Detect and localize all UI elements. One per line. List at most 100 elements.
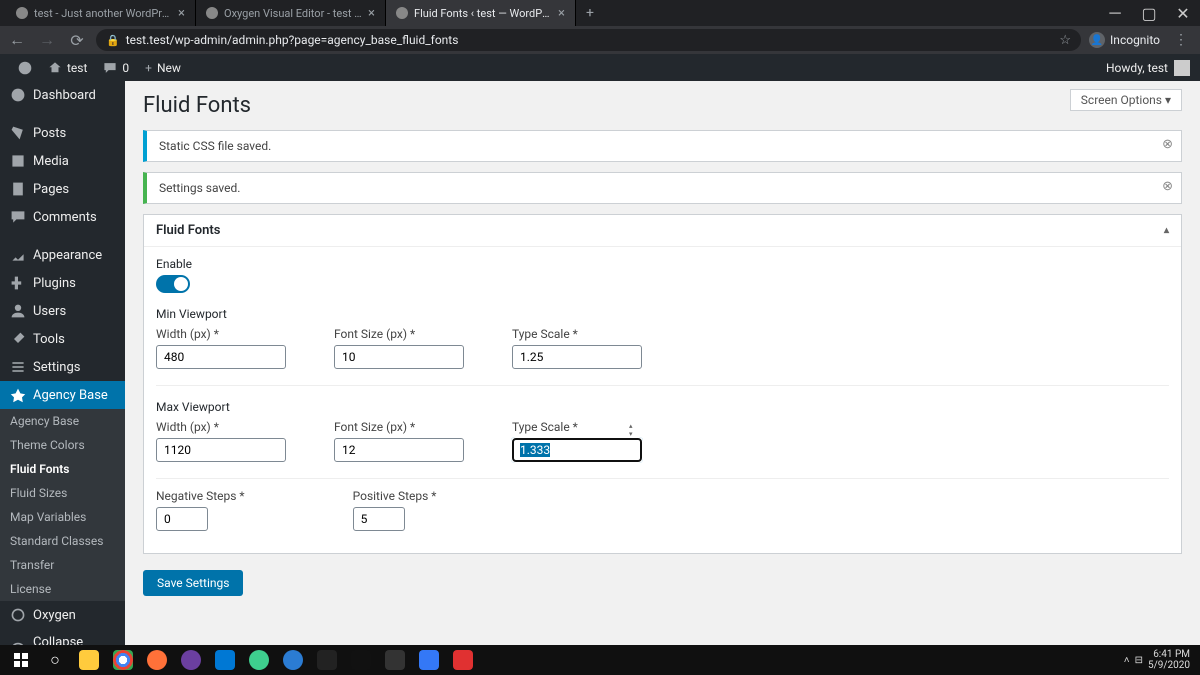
site-link[interactable]: test: [40, 54, 95, 81]
chevron-up-icon: ▴: [1164, 225, 1169, 236]
sub-license[interactable]: License: [0, 577, 125, 601]
sub-fluid-sizes[interactable]: Fluid Sizes: [0, 481, 125, 505]
close-icon[interactable]: ×: [558, 6, 565, 21]
min-width-label: Width (px) *: [156, 327, 286, 341]
browser-tab[interactable]: test - Just another WordPress site ×: [6, 0, 196, 26]
incognito-badge[interactable]: 👤 Incognito: [1089, 32, 1160, 48]
avatar[interactable]: [1174, 60, 1190, 76]
browser-menu-button[interactable]: ⋮: [1168, 32, 1194, 48]
page-title: Fluid Fonts: [143, 93, 1182, 118]
favicon: [206, 7, 218, 19]
firefox-icon[interactable]: [140, 647, 174, 673]
sub-agency-base[interactable]: Agency Base: [0, 409, 125, 433]
min-fontsize-label: Font Size (px) *: [334, 327, 464, 341]
howdy-text[interactable]: Howdy, test: [1106, 61, 1168, 75]
menu-settings[interactable]: Settings: [0, 353, 125, 381]
tray-chevron-icon[interactable]: ˄: [1124, 655, 1130, 666]
menu-pages[interactable]: Pages: [0, 175, 125, 203]
browser-toolbar: ← → ⟳ 🔒 test.test/wp-admin/admin.php?pag…: [0, 26, 1200, 54]
tab-title: Fluid Fonts ‹ test — WordPress: [414, 7, 552, 20]
address-bar[interactable]: 🔒 test.test/wp-admin/admin.php?page=agen…: [96, 29, 1081, 51]
close-icon[interactable]: ×: [178, 6, 185, 21]
enable-label: Enable: [156, 257, 1169, 271]
sub-standard-classes[interactable]: Standard Classes: [0, 529, 125, 553]
min-width-input[interactable]: [156, 345, 286, 369]
min-typescale-input[interactable]: [512, 345, 642, 369]
sub-map-variables[interactable]: Map Variables: [0, 505, 125, 529]
tray-icon[interactable]: ⊟: [1135, 655, 1143, 666]
max-viewport-heading: Max Viewport: [156, 400, 1169, 414]
app-icon[interactable]: [378, 647, 412, 673]
max-fontsize-input[interactable]: [334, 438, 464, 462]
pos-steps-input[interactable]: [353, 507, 405, 531]
collapse-menu[interactable]: Collapse menu: [0, 629, 125, 645]
menu-plugins[interactable]: Plugins: [0, 269, 125, 297]
sub-fluid-fonts[interactable]: Fluid Fonts: [0, 457, 125, 481]
app-icon[interactable]: [344, 647, 378, 673]
wp-admin-bar: test 0 +New Howdy, test: [0, 54, 1200, 81]
menu-oxygen[interactable]: Oxygen: [0, 601, 125, 629]
dismiss-icon[interactable]: ⊗: [1162, 179, 1173, 194]
app-icon[interactable]: [310, 647, 344, 673]
explorer-icon[interactable]: [72, 647, 106, 673]
max-width-input[interactable]: [156, 438, 286, 462]
menu-dashboard[interactable]: Dashboard: [0, 81, 125, 109]
number-spinner[interactable]: ▴▾: [629, 422, 639, 438]
new-tab-button[interactable]: +: [576, 0, 604, 26]
close-window-button[interactable]: ✕: [1166, 0, 1200, 26]
screen-options-button[interactable]: Screen Options ▾: [1070, 89, 1182, 111]
bookmark-icon[interactable]: ☆: [1059, 33, 1071, 48]
min-viewport-heading: Min Viewport: [156, 307, 1169, 321]
clock-time: 6:41 PM: [1148, 649, 1190, 660]
start-button[interactable]: [4, 647, 38, 673]
menu-comments[interactable]: Comments: [0, 203, 125, 231]
max-width-label: Width (px) *: [156, 420, 286, 434]
enable-toggle[interactable]: [156, 275, 190, 293]
close-icon[interactable]: ×: [368, 6, 375, 21]
save-settings-button[interactable]: Save Settings: [143, 570, 243, 596]
comments-link[interactable]: 0: [95, 54, 137, 81]
wp-logo[interactable]: [10, 54, 40, 81]
favicon: [16, 7, 28, 19]
admin-sidebar: Dashboard Posts Media Pages Comments App…: [0, 81, 125, 645]
maximize-button[interactable]: ▢: [1132, 0, 1166, 26]
new-content-link[interactable]: +New: [137, 54, 189, 81]
dismiss-icon[interactable]: ⊗: [1162, 137, 1173, 152]
app-icon[interactable]: [174, 647, 208, 673]
back-button[interactable]: ←: [6, 29, 28, 51]
search-button[interactable]: ○: [38, 647, 72, 673]
notice-text: Settings saved.: [159, 181, 240, 195]
neg-steps-label: Negative Steps *: [156, 489, 245, 503]
incognito-icon: 👤: [1089, 32, 1105, 48]
menu-appearance[interactable]: Appearance: [0, 241, 125, 269]
neg-steps-input[interactable]: [156, 507, 208, 531]
min-fontsize-input[interactable]: [334, 345, 464, 369]
sub-transfer[interactable]: Transfer: [0, 553, 125, 577]
reload-button[interactable]: ⟳: [66, 29, 88, 51]
app-icon[interactable]: [446, 647, 480, 673]
max-typescale-input[interactable]: [512, 438, 642, 462]
chrome-icon[interactable]: [106, 647, 140, 673]
window-controls: ─ ▢ ✕: [1098, 0, 1200, 26]
panel-header[interactable]: Fluid Fonts ▴: [144, 215, 1181, 247]
max-fontsize-label: Font Size (px) *: [334, 420, 464, 434]
app-icon[interactable]: [242, 647, 276, 673]
clock[interactable]: 6:41 PM 5/9/2020: [1148, 649, 1190, 671]
sub-theme-colors[interactable]: Theme Colors: [0, 433, 125, 457]
comment-count: 0: [122, 61, 129, 75]
app-icon[interactable]: [412, 647, 446, 673]
menu-tools[interactable]: Tools: [0, 325, 125, 353]
browser-tab[interactable]: Oxygen Visual Editor - test - Jus ×: [196, 0, 386, 26]
minimize-button[interactable]: ─: [1098, 0, 1132, 26]
app-icon[interactable]: [276, 647, 310, 673]
notice-css-saved: Static CSS file saved. ⊗: [143, 130, 1182, 162]
system-tray[interactable]: ˄ ⊟ 6:41 PM 5/9/2020: [1124, 649, 1196, 671]
menu-posts[interactable]: Posts: [0, 119, 125, 147]
menu-media[interactable]: Media: [0, 147, 125, 175]
forward-button[interactable]: →: [36, 29, 58, 51]
browser-tab-active[interactable]: Fluid Fonts ‹ test — WordPress ×: [386, 0, 576, 26]
lock-icon: 🔒: [106, 34, 120, 47]
vscode-icon[interactable]: [208, 647, 242, 673]
menu-agency-base[interactable]: Agency Base: [0, 381, 125, 409]
menu-users[interactable]: Users: [0, 297, 125, 325]
